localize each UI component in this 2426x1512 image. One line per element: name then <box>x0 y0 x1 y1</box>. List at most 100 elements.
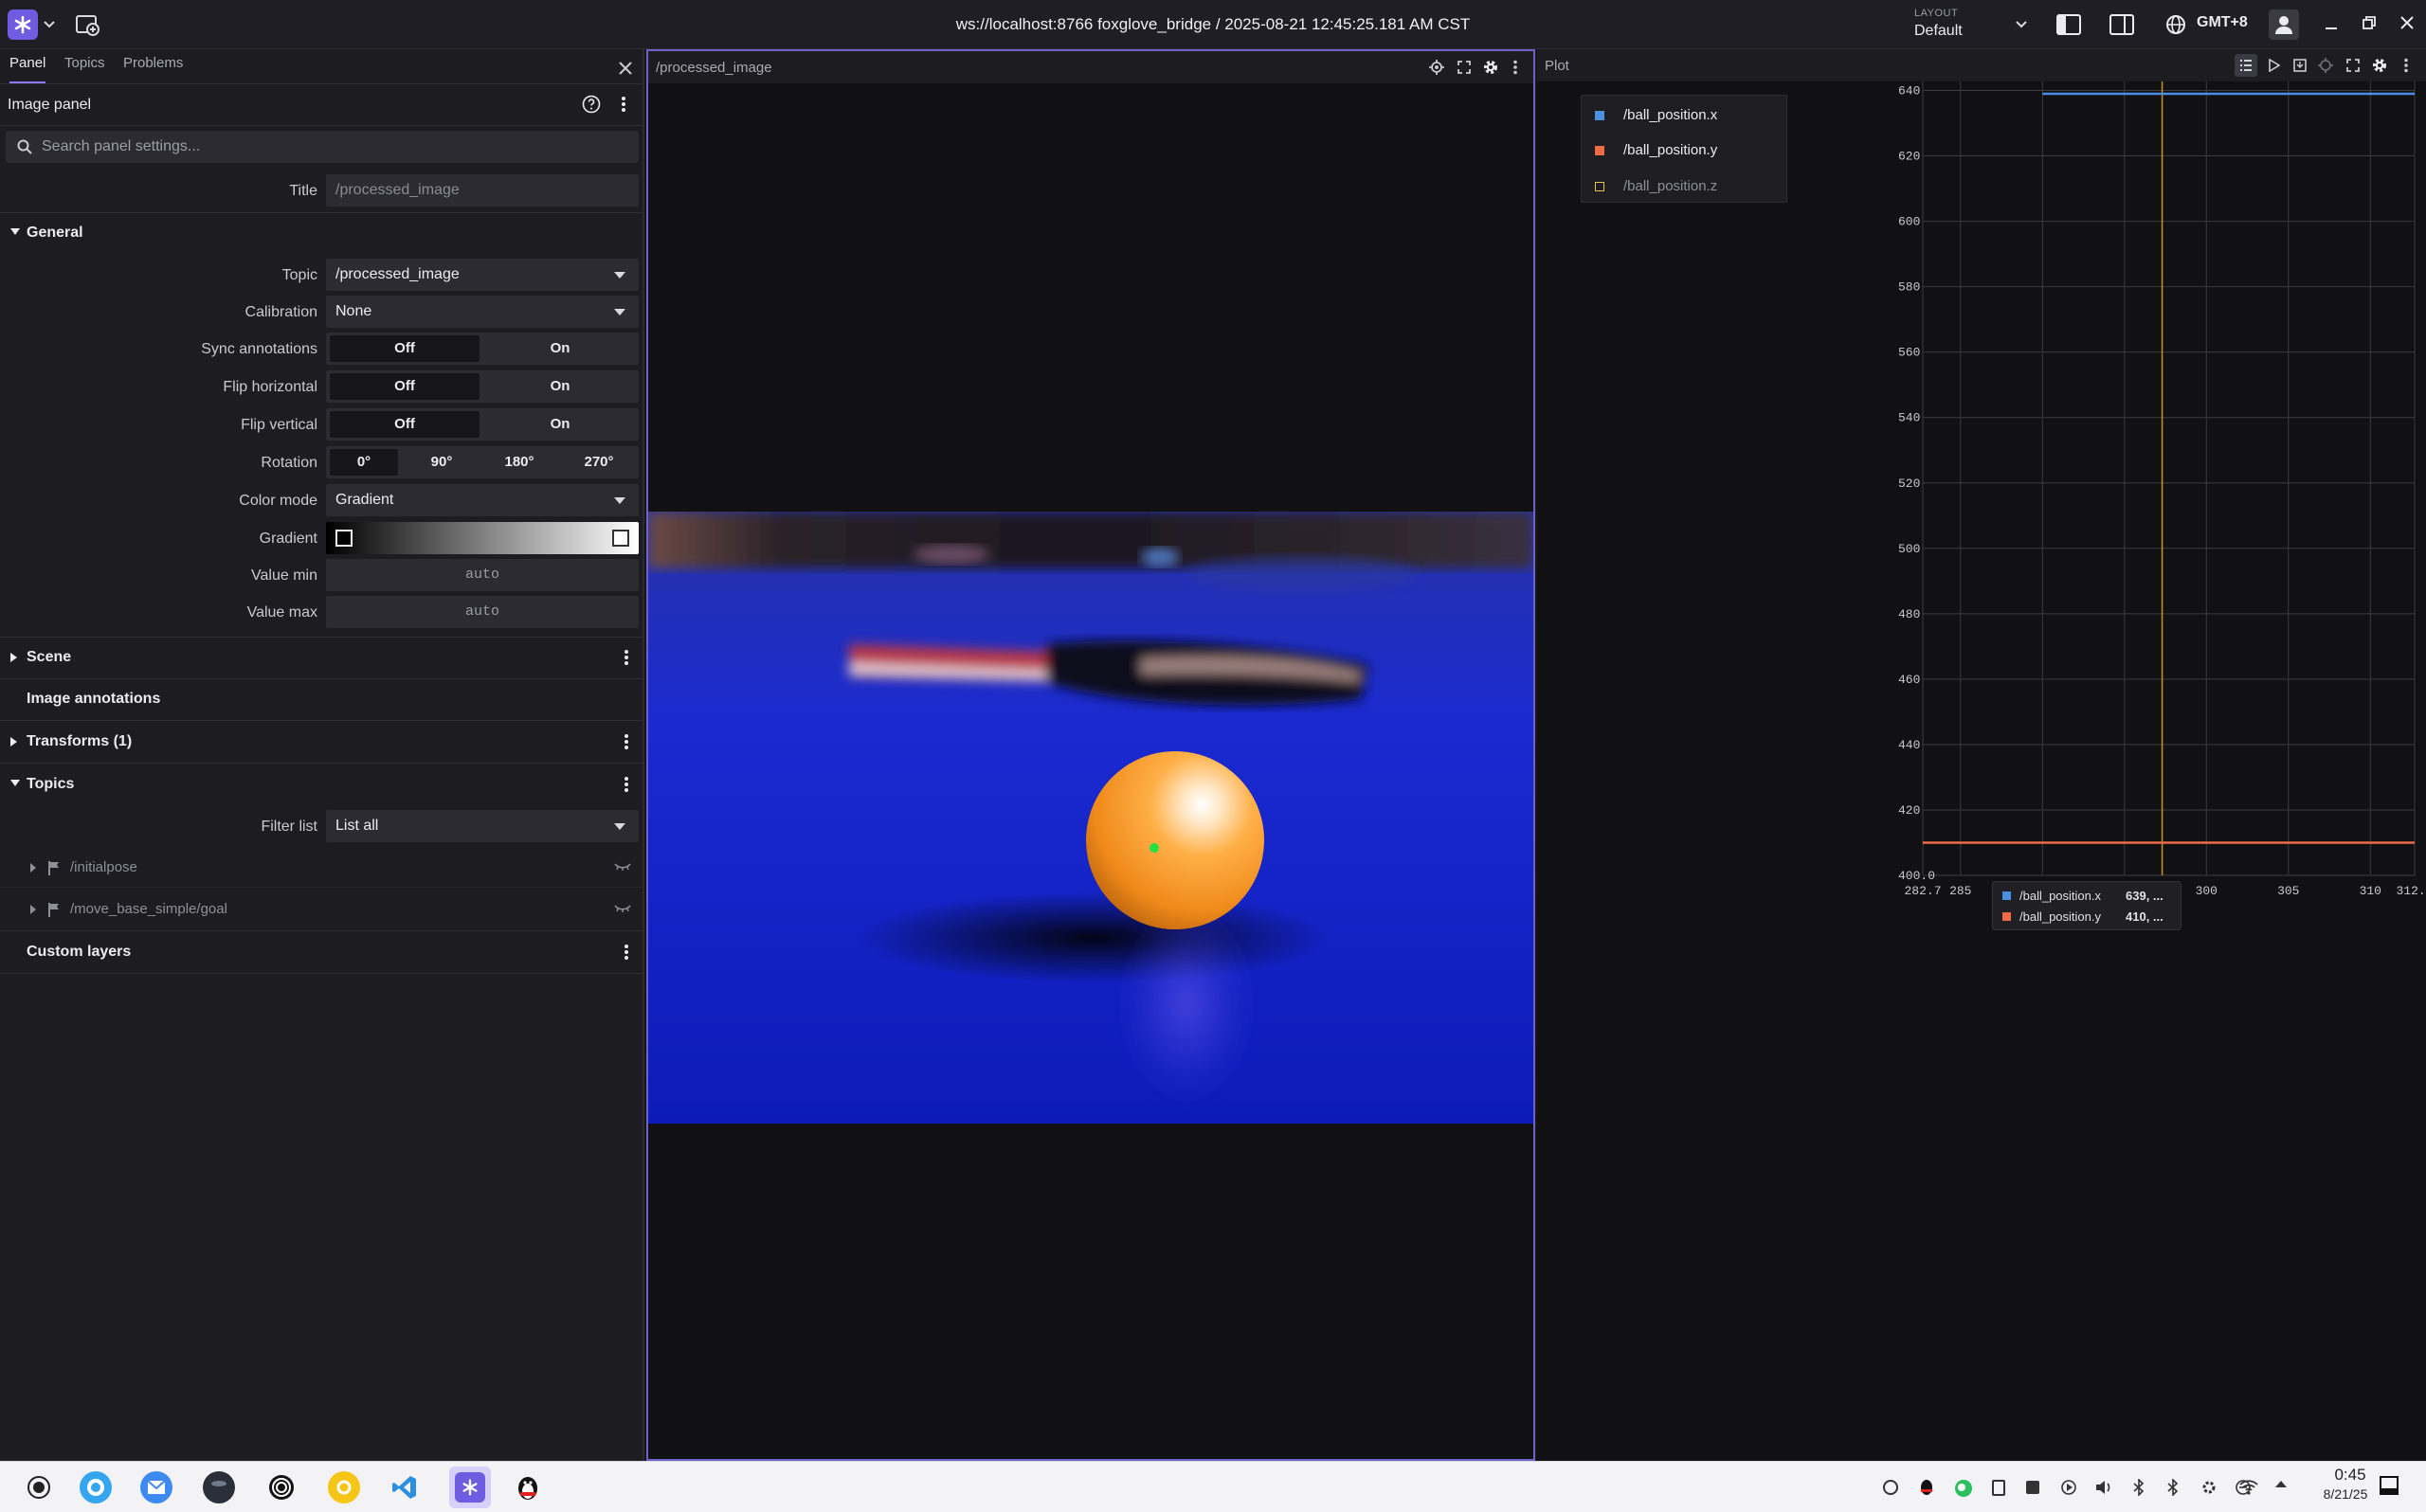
section-general[interactable]: General <box>0 214 644 252</box>
close-window-button[interactable] <box>2396 11 2418 34</box>
layout-selector[interactable]: Default <box>1914 23 1963 40</box>
flip-vertical-toggle[interactable]: Off On <box>326 408 639 441</box>
legend-item-x[interactable]: /ball_position.x <box>1623 107 1717 123</box>
taskbar-date[interactable]: 8/21/25 <box>2303 1486 2388 1502</box>
topic-row-move-base-goal[interactable]: /move_base_simple/goal <box>0 891 644 928</box>
more-vertical-icon[interactable] <box>624 776 629 793</box>
help-button[interactable] <box>580 93 603 116</box>
crosshair-icon[interactable] <box>2318 58 2333 73</box>
play-icon[interactable] <box>2269 59 2280 72</box>
more-vertical-icon[interactable] <box>2403 58 2409 73</box>
value-min-input[interactable]: auto <box>326 559 639 591</box>
gradient-picker[interactable] <box>326 522 639 554</box>
toggle-right-sidebar-button[interactable] <box>2108 11 2136 38</box>
legend-item-y[interactable]: /ball_position.y <box>1623 142 1717 158</box>
caret-right-icon[interactable] <box>30 863 37 873</box>
taskbar-app-mail[interactable] <box>140 1471 172 1503</box>
tray-clipboard-icon[interactable] <box>1990 1479 2007 1496</box>
legend-swatch-z[interactable] <box>1595 182 1604 191</box>
tray-media-icon[interactable] <box>2060 1479 2077 1496</box>
taskbar-app-qq[interactable] <box>512 1471 544 1503</box>
value-max-input[interactable]: auto <box>326 596 639 628</box>
tray-bluetooth-2-icon[interactable] <box>2166 1479 2183 1496</box>
user-button[interactable] <box>2269 9 2299 40</box>
crosshair-icon[interactable] <box>1429 60 1444 75</box>
taskbar-app-vscode[interactable] <box>389 1471 421 1503</box>
rotation-0-option[interactable]: 0° <box>330 449 398 476</box>
color-mode-select[interactable]: Gradient <box>326 484 639 516</box>
gear-icon[interactable] <box>1482 59 1499 76</box>
panel-menu-button[interactable] <box>612 93 635 116</box>
tray-volume-icon[interactable] <box>2094 1479 2111 1496</box>
section-custom-layers[interactable]: Custom layers <box>0 933 644 971</box>
tray-gear-icon[interactable] <box>2200 1479 2218 1496</box>
sync-annotations-toggle[interactable]: Off On <box>326 333 639 365</box>
minimize-window-button[interactable] <box>2320 13 2343 36</box>
gear-icon[interactable] <box>2371 57 2388 74</box>
gradient-max-swatch[interactable] <box>612 530 629 547</box>
taskbar-app-terminal[interactable] <box>203 1471 235 1503</box>
visibility-off-icon[interactable] <box>614 862 631 872</box>
caret-right-icon[interactable] <box>30 905 37 914</box>
more-vertical-icon[interactable] <box>1512 60 1518 75</box>
more-vertical-icon[interactable] <box>624 944 629 961</box>
restore-window-button[interactable] <box>2358 11 2381 34</box>
timezone-selector[interactable]: GMT+8 <box>2197 14 2248 31</box>
legend-swatch-y[interactable] <box>1595 146 1604 155</box>
more-vertical-icon[interactable] <box>624 649 629 666</box>
taskbar-time[interactable]: 0:45 <box>2312 1466 2388 1485</box>
title-input[interactable]: /processed_image <box>326 174 639 207</box>
legend-item-z[interactable]: /ball_position.z <box>1623 178 1717 194</box>
more-vertical-icon[interactable] <box>624 733 629 750</box>
sync-off-option[interactable]: Off <box>330 335 480 362</box>
tab-panel[interactable]: Panel <box>9 55 46 83</box>
tray-wifi-main-icon[interactable] <box>2238 1478 2258 1495</box>
tray-wechat-icon[interactable] <box>1954 1479 1972 1497</box>
globe-icon[interactable] <box>2164 13 2187 36</box>
fullscreen-icon[interactable] <box>1457 61 1471 74</box>
flip-v-on-option[interactable]: On <box>485 411 635 438</box>
search-input[interactable] <box>42 131 610 163</box>
rotation-90-option[interactable]: 90° <box>407 449 476 476</box>
section-transforms[interactable]: Transforms (1) <box>0 723 644 761</box>
topic-row-initialpose[interactable]: /initialpose <box>0 849 644 887</box>
rotation-toggle[interactable]: 0° 90° 180° 270° <box>326 446 639 478</box>
visibility-off-icon[interactable] <box>614 904 631 913</box>
rotation-270-option[interactable]: 270° <box>563 449 635 476</box>
filter-list-select[interactable]: List all <box>326 810 639 842</box>
app-menu-button[interactable] <box>8 9 38 40</box>
toggle-left-sidebar-button[interactable] <box>2055 11 2083 38</box>
taskbar-start-button[interactable] <box>23 1471 55 1503</box>
taskbar-app-music[interactable] <box>328 1471 360 1503</box>
close-sidebar-button[interactable] <box>614 57 637 80</box>
section-topics[interactable]: Topics <box>0 765 644 803</box>
tray-power-icon[interactable] <box>1882 1479 1899 1496</box>
section-scene[interactable]: Scene <box>0 639 644 676</box>
plot-chart[interactable]: 400.0 420 440 460 480 500 520 540 560 580 600 620 64… <box>1537 81 2426 1461</box>
flip-h-on-option[interactable]: On <box>485 373 635 400</box>
taskbar-app-browser[interactable] <box>80 1471 112 1503</box>
tab-problems[interactable]: Problems <box>123 55 183 83</box>
gradient-min-swatch[interactable] <box>335 530 353 547</box>
flip-h-off-option[interactable]: Off <box>330 373 480 400</box>
sync-on-option[interactable]: On <box>485 335 635 362</box>
legend-toggle-button[interactable] <box>2235 54 2257 77</box>
tray-qq-icon[interactable] <box>1918 1479 1935 1496</box>
add-panel-button[interactable] <box>74 11 100 38</box>
tray-notifications-icon[interactable] <box>2379 1475 2401 1498</box>
rotation-180-option[interactable]: 180° <box>485 449 553 476</box>
image-panel[interactable]: /processed_image <box>646 49 1535 1461</box>
taskbar-app-obs[interactable] <box>265 1471 298 1503</box>
flip-horizontal-toggle[interactable]: Off On <box>326 370 639 403</box>
topic-select[interactable]: /processed_image <box>326 259 639 291</box>
plot-panel[interactable]: Plot 400.0 420 440 460 480 500 520 540 560 580 600… <box>1537 49 2426 1461</box>
search-box[interactable] <box>6 131 639 163</box>
legend-swatch-x[interactable] <box>1595 111 1604 120</box>
fullscreen-icon[interactable] <box>2346 59 2360 72</box>
tray-expand-icon[interactable] <box>2274 1479 2291 1496</box>
chevron-down-icon[interactable] <box>42 17 57 32</box>
flip-v-off-option[interactable]: Off <box>330 411 480 438</box>
section-image-annotations[interactable]: Image annotations <box>0 680 644 718</box>
taskbar-app-foxglove[interactable] <box>449 1467 491 1508</box>
layout-chevron-down-icon[interactable] <box>2013 17 2030 32</box>
